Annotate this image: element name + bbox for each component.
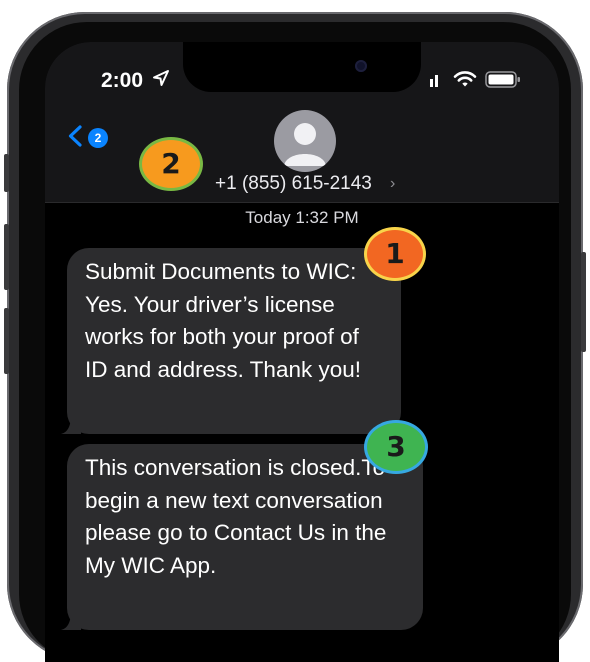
bubble-tail: [61, 414, 81, 434]
avatar-person-icon[interactable]: [274, 110, 336, 172]
side-button-silent: [4, 154, 9, 192]
side-button-power: [581, 252, 586, 352]
message-text: Submit Documents to WIC: Yes. Your drive…: [85, 259, 361, 382]
unread-count-badge[interactable]: 2: [88, 128, 108, 148]
location-arrow-icon: [153, 70, 169, 86]
message-bubble-2[interactable]: This conversation is closed.To begin a n…: [61, 444, 423, 630]
signal-icon: [430, 75, 438, 87]
back-chevron-icon[interactable]: [67, 125, 83, 147]
contact-chevron-icon[interactable]: ›: [390, 175, 395, 193]
status-time: 2:00: [101, 69, 144, 92]
bubble-tail: [61, 610, 81, 630]
battery-icon: [485, 71, 520, 88]
notch: [183, 42, 421, 92]
messages-header: 2:00 2 +1 (855) 615-2143 ›: [45, 42, 559, 203]
side-button-volume-up: [4, 224, 9, 290]
front-camera: [355, 60, 367, 72]
annotation-badge-3: 3: [364, 420, 428, 474]
message-bubble-1[interactable]: Submit Documents to WIC: Yes. Your drive…: [61, 248, 401, 434]
contact-number[interactable]: +1 (855) 615-2143: [215, 173, 372, 195]
wifi-icon: [453, 71, 477, 87]
annotation-badge-2: 2: [139, 137, 203, 191]
message-timestamp: Today 1:32 PM: [245, 208, 359, 227]
annotation-badge-1: 1: [364, 227, 426, 281]
side-button-volume-down: [4, 308, 9, 374]
message-text: This conversation is closed.To begin a n…: [85, 455, 387, 578]
phone-screen: 2:00 2 +1 (855) 615-2143 › Today 1:32 PM…: [45, 42, 559, 662]
